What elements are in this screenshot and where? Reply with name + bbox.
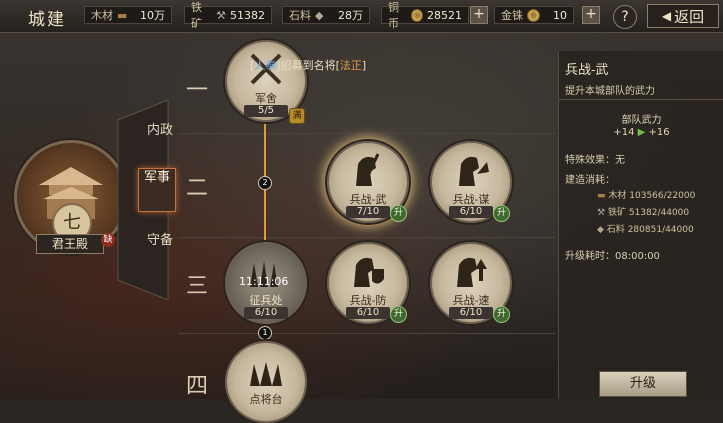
resource-label: 铜币 — [388, 1, 399, 30]
warrior-sword-icon — [356, 153, 380, 186]
resource-wood: 木材 ▬ 10万 — [84, 6, 172, 24]
resource-value: 28万 — [338, 9, 363, 22]
time-label: 升级耗时： — [565, 251, 615, 262]
node-progress: 6/10 — [346, 307, 390, 319]
row-divider — [178, 333, 556, 334]
cost-stone: ◆ 石料 280851/44000 — [597, 222, 694, 235]
time-value: 08:00:00 — [615, 251, 660, 262]
back-button[interactable]: ◀ 返回 — [647, 4, 719, 28]
page-title: 城建 — [28, 10, 66, 30]
row-number: 一 — [186, 78, 209, 103]
connector-count: 1 — [258, 326, 272, 340]
panel-title: 兵战-武 — [565, 63, 609, 78]
cost-label-text: 木材 — [608, 191, 627, 201]
upgrade-badge: 升 — [390, 205, 407, 222]
node-progress: 6/10 — [449, 206, 493, 218]
back-arrow-icon: ◀ — [661, 9, 672, 23]
notice-hero: 人奉 — [254, 59, 277, 72]
iron-icon: ⚒ — [216, 8, 226, 22]
upgrade-time: 升级耗时：08:00:00 — [565, 247, 660, 262]
cost-iron: ⚒ 铁矿 51382/44000 — [597, 205, 689, 218]
cost-wood: ▬ 木材 103566/22000 — [597, 188, 695, 201]
upgrade-button[interactable]: 升级 — [599, 371, 687, 397]
resource-value: 28521 — [427, 8, 462, 22]
row-divider — [178, 133, 556, 134]
arrow-right-icon: ▶ — [637, 127, 646, 138]
row-divider — [178, 237, 556, 238]
add-copper-button[interactable]: + — [470, 6, 488, 24]
effect-current: +14 — [613, 127, 635, 138]
iron-icon: ⚒ — [597, 208, 606, 218]
help-button[interactable]: ? — [613, 5, 637, 29]
stone-icon: ◆ — [597, 225, 604, 235]
maxed-badge: 满 — [289, 108, 305, 124]
recruit-notice: [人奉]招募到名将[法正] — [250, 59, 367, 72]
back-label: 返回 — [674, 7, 705, 26]
copper-coin-icon: ◎ — [411, 8, 423, 22]
cost-label: 建造消耗： — [565, 175, 615, 186]
notice-general: 法正 — [339, 59, 362, 72]
resource-copper: 铜币 ◎ 28521 — [381, 1, 469, 30]
add-gold-button[interactable]: + — [582, 6, 600, 24]
cost-label-text: 石料 — [606, 225, 625, 235]
cost-value: 51382/44000 — [628, 208, 690, 218]
generals-icon — [250, 362, 282, 386]
node-progress: 5/5 — [244, 105, 288, 117]
row-number: 四 — [186, 374, 209, 399]
node-name: 点将台 — [249, 393, 283, 406]
connector-count: 2 — [258, 176, 272, 190]
cost-value: 280851/44000 — [627, 225, 694, 235]
cost-value: 103566/22000 — [629, 191, 696, 201]
upgrade-badge: 升 — [390, 306, 407, 323]
wood-icon: ▬ — [597, 191, 606, 201]
warrior-shield-icon — [354, 257, 384, 287]
tech-node-general-stage[interactable]: 点将台 — [225, 341, 307, 423]
panel-divider — [559, 99, 723, 100]
tab-military[interactable]: 军事 — [138, 168, 176, 212]
resource-label: 金铢 — [501, 9, 523, 22]
node-progress: 6/10 — [449, 307, 493, 319]
row-number: 三 — [186, 274, 209, 299]
resource-gold: 金铢 ◎ 10 — [494, 6, 574, 24]
upgrade-badge: 升 — [493, 306, 510, 323]
wood-icon: ▬ — [117, 8, 128, 22]
cost-label-text: 铁矿 — [607, 208, 626, 218]
palace-name: 君王殿 — [36, 234, 104, 254]
resource-iron: 铁矿 ⚒ 51382 — [184, 1, 272, 30]
top-bar: 城建 木材 ▬ 10万 铁矿 ⚒ 51382 石料 ◆ 28万 铜币 ◎ 285… — [0, 0, 723, 33]
resource-label: 木材 — [91, 9, 113, 22]
build-timer: 11:11:06 — [239, 275, 289, 288]
tab-domestic[interactable]: 内政 — [142, 122, 178, 139]
row-number: 二 — [186, 176, 209, 201]
stone-icon: ◆ — [315, 8, 324, 22]
tab-defense[interactable]: 守备 — [142, 232, 178, 249]
node-progress: 7/10 — [346, 206, 390, 218]
warrior-arrow-icon — [457, 257, 487, 287]
node-progress: 6/10 — [244, 307, 288, 319]
node-name: 征兵处 — [249, 294, 283, 307]
upgrade-badge: 升 — [493, 205, 510, 222]
resource-stone: 石料 ◆ 28万 — [282, 6, 370, 24]
effect-values: +14 ▶ +16 — [559, 127, 723, 138]
warrior-fan-icon — [459, 156, 489, 186]
resource-label: 石料 — [289, 9, 311, 22]
effect-next: +16 — [648, 127, 670, 138]
detail-panel: 兵战-武 提升本城部队的武力 部队武力 +14 ▶ +16 特殊效果：无 建造消… — [558, 51, 723, 399]
resource-value: 10 — [553, 8, 567, 22]
resource-value: 51382 — [230, 8, 265, 22]
resource-value: 10万 — [140, 9, 165, 22]
resource-label: 铁矿 — [191, 1, 202, 30]
gold-coin-icon: ◎ — [527, 8, 540, 22]
panel-description: 提升本城部队的武力 — [565, 86, 655, 97]
effect-title: 部队武力 — [621, 115, 662, 126]
special-effect: 特殊效果：无 — [565, 155, 625, 166]
node-name: 军舍 — [255, 92, 277, 105]
